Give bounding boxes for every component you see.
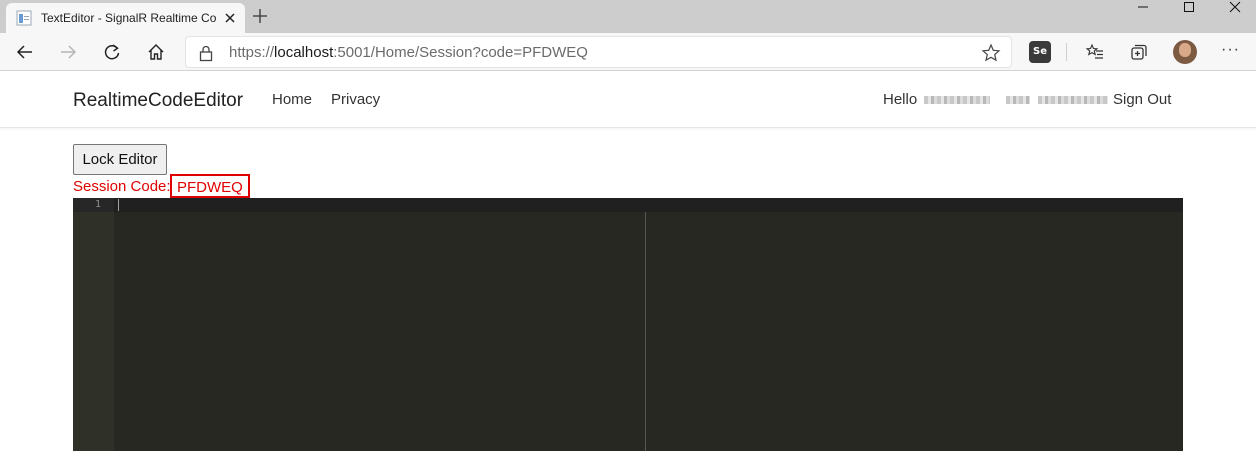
collections-icon[interactable] xyxy=(1129,42,1149,62)
forward-arrow-icon[interactable] xyxy=(58,42,78,62)
user-greeting: Hello xyxy=(883,91,918,108)
lock-editor-button[interactable]: Lock Editor xyxy=(73,144,167,175)
session-code-value: PFDWEQ xyxy=(170,174,250,198)
address-bar[interactable]: https://localhost:5001/Home/Session?code… xyxy=(185,36,1012,68)
editor-line-number: 1 xyxy=(94,199,101,210)
maximize-window-icon[interactable] xyxy=(1166,0,1212,14)
back-arrow-icon[interactable] xyxy=(15,42,35,62)
session-code-label: Session Code: xyxy=(73,178,171,195)
favorite-star-icon[interactable] xyxy=(981,43,1001,63)
editor-active-line xyxy=(73,198,1183,212)
editor-gutter xyxy=(73,198,114,451)
selenium-extension-icon[interactable]: Se xyxy=(1029,41,1051,63)
more-options-icon[interactable]: ··· xyxy=(1221,41,1240,59)
new-tab-icon[interactable] xyxy=(251,7,269,25)
browser-tab-strip: TextEditor - SignalR Realtime Co xyxy=(0,0,1256,33)
code-editor[interactable]: 1 xyxy=(73,198,1183,451)
favorites-icon[interactable] xyxy=(1085,42,1105,62)
editor-cursor xyxy=(118,199,119,211)
close-tab-icon[interactable] xyxy=(222,10,238,26)
refresh-icon[interactable] xyxy=(102,42,122,62)
sign-out-link[interactable]: Sign Out xyxy=(1113,91,1171,109)
close-window-icon[interactable] xyxy=(1212,0,1256,14)
browser-tab-active[interactable]: TextEditor - SignalR Realtime Co xyxy=(6,3,245,33)
site-navbar: RealtimeCodeEditor Home Privacy Hello Si… xyxy=(0,71,1256,128)
redacted-username xyxy=(922,93,1110,107)
profile-avatar[interactable] xyxy=(1173,40,1197,64)
nav-home-link[interactable]: Home xyxy=(272,91,312,109)
editor-print-margin xyxy=(645,212,646,451)
nav-privacy-link[interactable]: Privacy xyxy=(331,91,380,109)
toolbar-separator xyxy=(1066,43,1067,61)
browser-toolbar: https://localhost:5001/Home/Session?code… xyxy=(0,33,1256,71)
minimize-window-icon[interactable] xyxy=(1120,0,1166,14)
lock-icon[interactable] xyxy=(198,44,214,62)
document-icon xyxy=(16,10,32,26)
site-brand[interactable]: RealtimeCodeEditor xyxy=(73,90,243,112)
browser-tab-title: TextEditor - SignalR Realtime Co xyxy=(41,11,217,25)
url-text[interactable]: https://localhost:5001/Home/Session?code… xyxy=(229,45,588,61)
home-icon[interactable] xyxy=(146,42,166,62)
